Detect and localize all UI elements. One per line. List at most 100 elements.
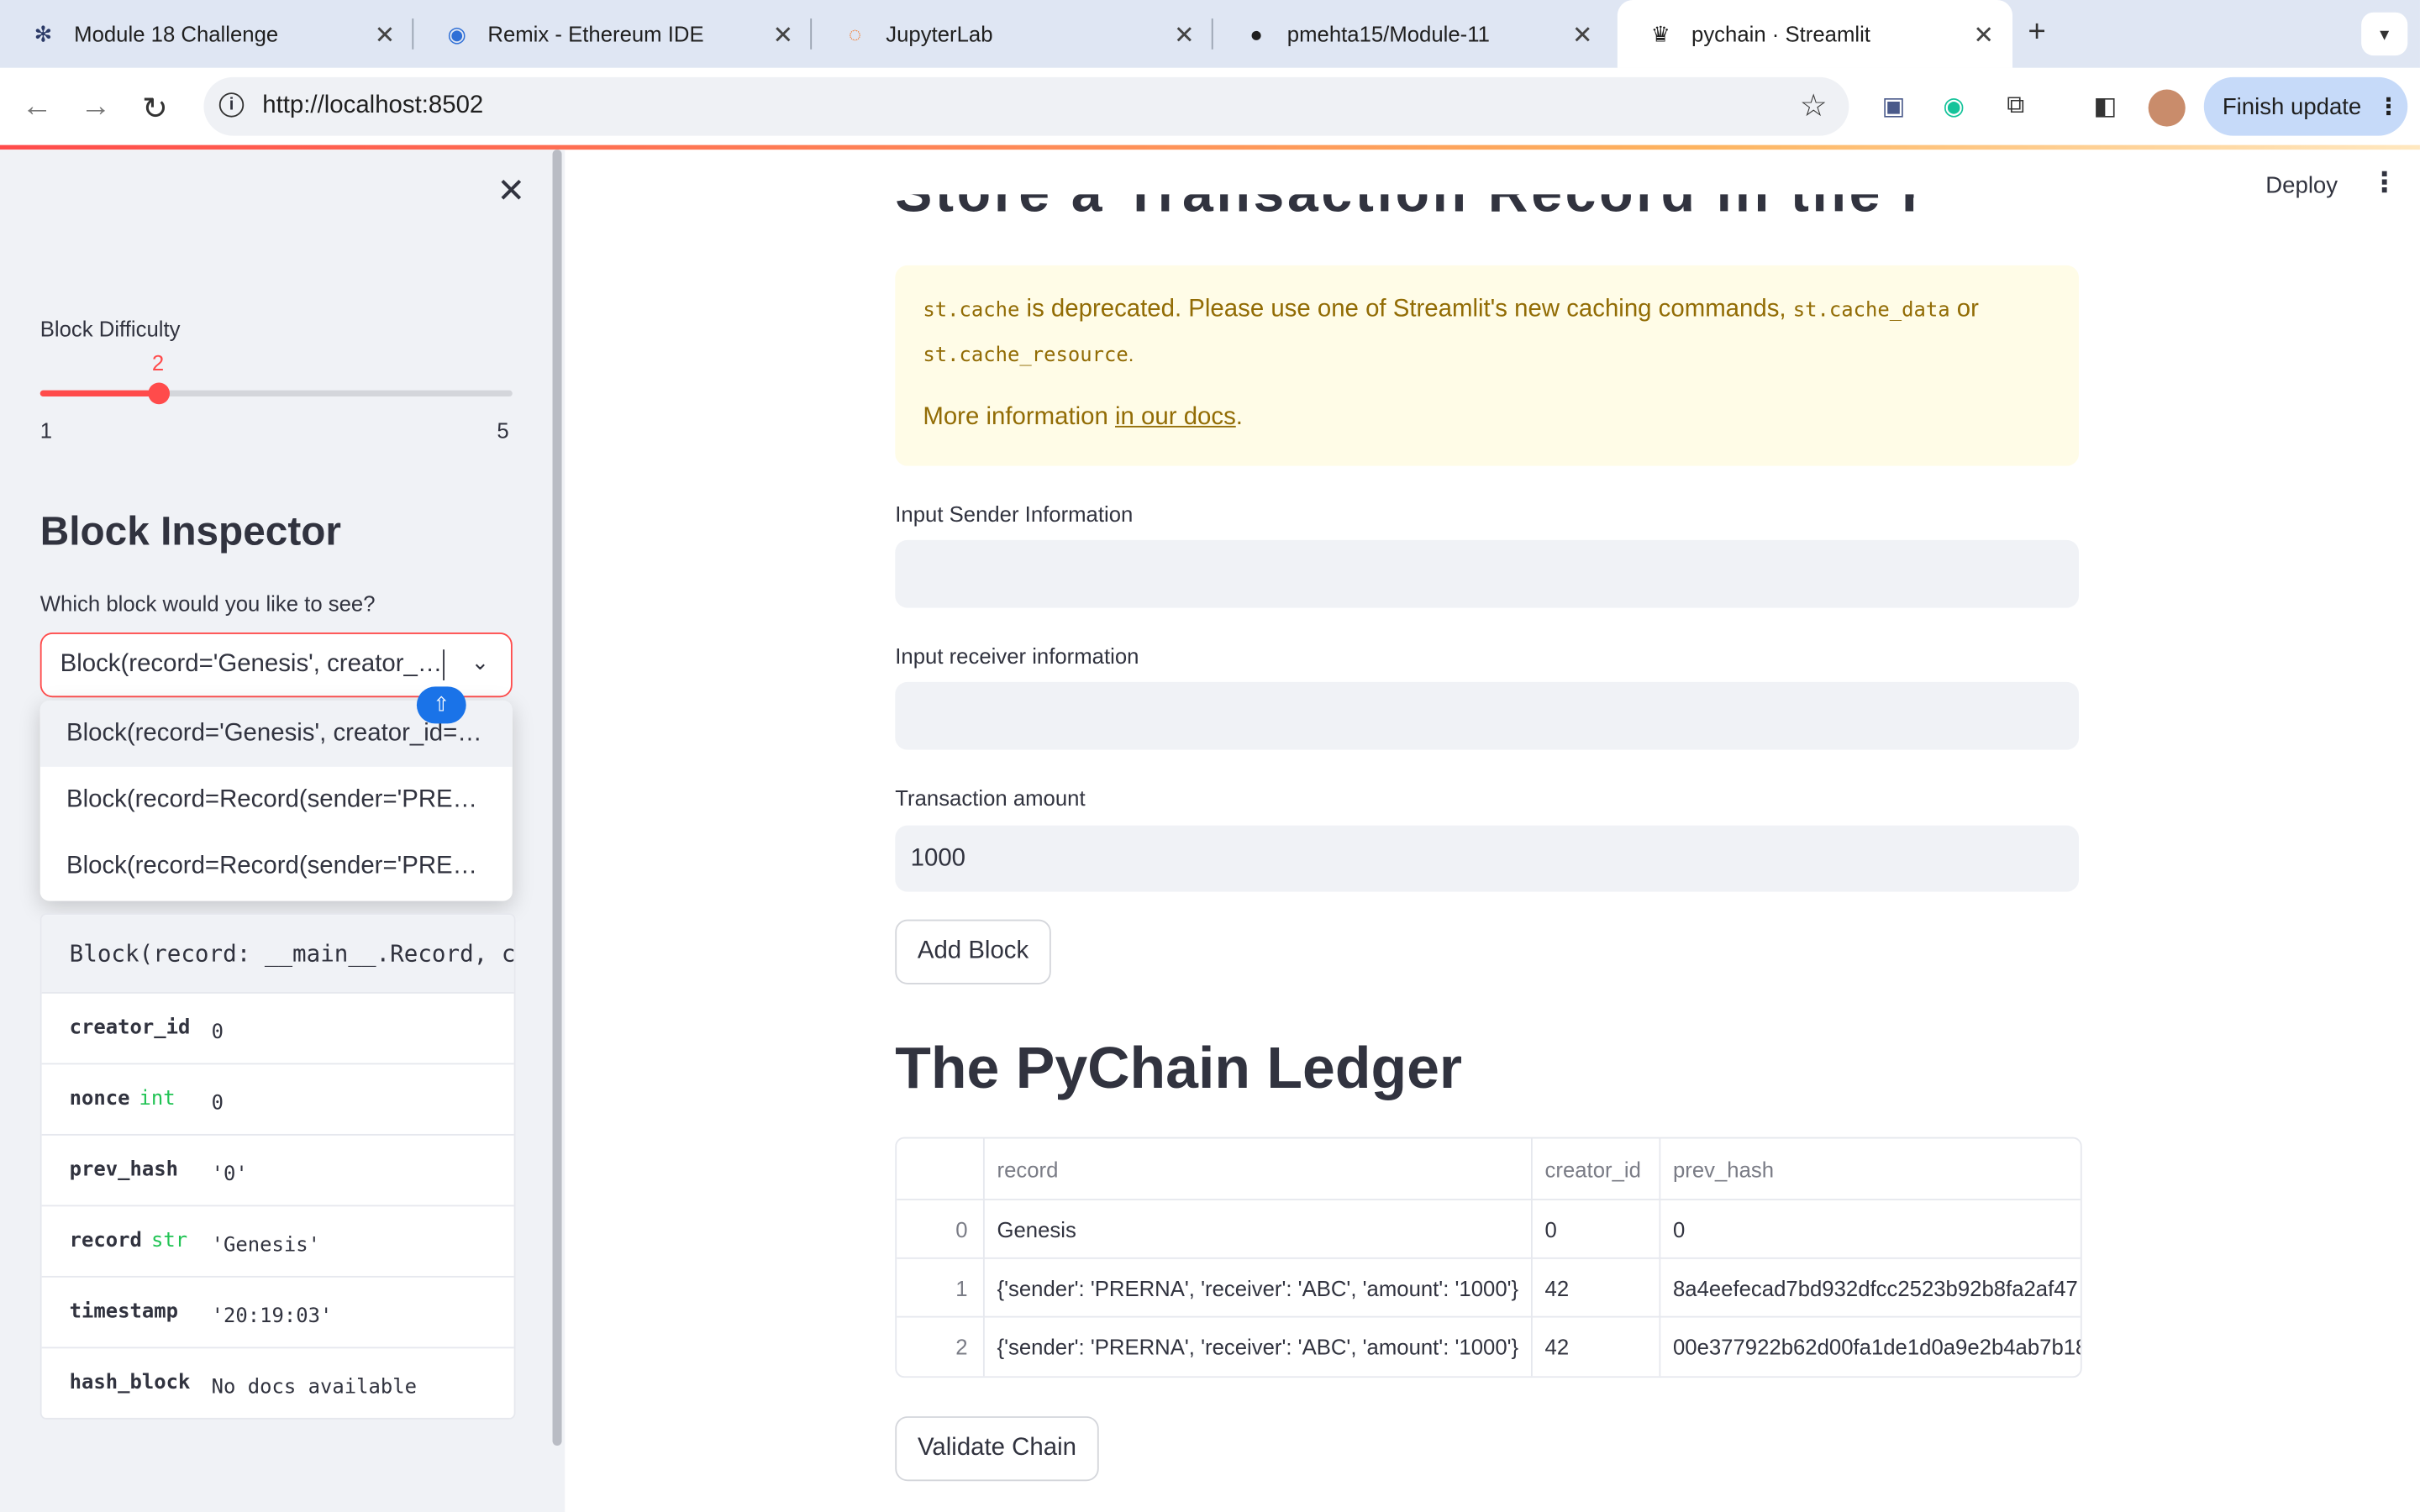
- doc-key: timestamp: [69, 1300, 179, 1324]
- close-tab-icon[interactable]: ✕: [1174, 20, 1195, 51]
- ethereum-docs-icon: ✻: [34, 20, 53, 46]
- warning-more-info: More information in our docs.: [923, 404, 1243, 431]
- close-tab-icon[interactable]: ✕: [1572, 20, 1593, 51]
- column-header[interactable]: creator_id: [1531, 1138, 1659, 1200]
- prev-hash-cell[interactable]: 00e377922b62d00fa1de1d0a9e2b4ab7b18: [1659, 1317, 2081, 1377]
- extensions-icon[interactable]: ⧉: [1999, 90, 2033, 123]
- slider-fill: [39, 390, 159, 397]
- tab-remix[interactable]: ◉ Remix - Ethereum IDE ✕: [413, 0, 813, 68]
- bookmark-star-icon[interactable]: ☆: [1800, 87, 1828, 125]
- close-tab-icon[interactable]: ✕: [1973, 20, 1994, 51]
- column-header[interactable]: prev_hash: [1659, 1138, 2080, 1200]
- record-cell[interactable]: Genesis: [982, 1200, 1531, 1259]
- site-info-icon[interactable]: i: [218, 92, 245, 118]
- tab-title: pychain · Streamlit: [1691, 21, 1870, 47]
- docs-link[interactable]: in our docs: [1115, 404, 1236, 430]
- doc-value: 'Genesis': [211, 1234, 321, 1257]
- dropdown-option[interactable]: Block(record=Record(sender='PRERNA', rec…: [40, 833, 513, 900]
- block-inspector-heading: Block Inspector: [39, 507, 342, 554]
- address-bar[interactable]: i http://localhost:8502 ☆: [203, 76, 1849, 136]
- dropdown-option[interactable]: Block(record=Record(sender='PRERNA', rec…: [40, 767, 513, 833]
- record-cell[interactable]: {'sender': 'PRERNA', 'receiver': 'ABC', …: [982, 1258, 1531, 1318]
- doc-key: record str: [69, 1229, 188, 1253]
- browser-toolbar: ← → ↻ i http://localhost:8502 ☆ ▣ ◉ ⧉ ◧ …: [0, 67, 2420, 145]
- streamlit-icon: ♛: [1650, 20, 1670, 46]
- extension-puzzle-app-icon[interactable]: ▣: [1876, 90, 1910, 123]
- doc-header: Block(record: __main__.Record, creator_i…: [41, 915, 514, 992]
- tab-github[interactable]: ● pmehta15/Module-11 ✕: [1213, 0, 1612, 68]
- block-doc-table: Block(record: __main__.Record, creator_i…: [39, 913, 516, 1420]
- warning-line-1: st.cache is deprecated. Please use one o…: [923, 296, 1979, 323]
- block-select-value[interactable]: Block(record='Genesis', creator_id=0, pr…: [60, 651, 444, 679]
- back-icon[interactable]: ←: [22, 90, 53, 125]
- difficulty-slider[interactable]: [39, 382, 513, 405]
- side-panel-icon[interactable]: ◧: [2088, 90, 2122, 123]
- doc-value: 0: [211, 1021, 224, 1045]
- doc-row: timestamp '20:19:03': [41, 1275, 514, 1348]
- slider-min-label: 1: [39, 417, 53, 444]
- tab-module-18[interactable]: ✻ Module 18 Challenge ✕: [0, 0, 414, 68]
- page-title-clipped: Store a Transaction Record in the PyChai…: [895, 194, 1913, 231]
- ledger-table: record creator_id prev_hash 0 Genesis 0 …: [895, 1137, 2082, 1378]
- tab-strip: ✻ Module 18 Challenge ✕ ◉ Remix - Ethere…: [0, 0, 2420, 68]
- row-index: 0: [955, 1217, 968, 1242]
- slider-value: 2: [151, 349, 165, 375]
- github-icon: ●: [1249, 21, 1263, 47]
- table-row: 2 {'sender': 'PRERNA', 'receiver': 'ABC'…: [897, 1315, 2081, 1377]
- validate-chain-button[interactable]: Validate Chain: [895, 1416, 1099, 1482]
- new-tab-icon[interactable]: +: [2028, 15, 2045, 50]
- slider-thumb[interactable]: [147, 382, 170, 405]
- tab-title: pmehta15/Module-11: [1286, 21, 1490, 47]
- record-cell[interactable]: {'sender': 'PRERNA', 'receiver': 'ABC', …: [982, 1317, 1531, 1377]
- add-block-button[interactable]: Add Block: [895, 919, 1051, 984]
- finish-update-button[interactable]: Finish update ⋮: [2203, 76, 2408, 136]
- grammarly-icon[interactable]: ◉: [1937, 90, 1970, 123]
- prev-hash-cell[interactable]: 0: [1659, 1200, 2080, 1259]
- chevron-down-icon[interactable]: ⌄: [471, 649, 490, 675]
- tab-jupyterlab[interactable]: ◌ JupyterLab ✕: [812, 0, 1213, 68]
- tab-title: Module 18 Challenge: [74, 21, 279, 47]
- creator-id-cell[interactable]: 42: [1531, 1317, 1659, 1377]
- profile-avatar[interactable]: [2148, 89, 2186, 127]
- sender-input[interactable]: [895, 539, 2080, 608]
- page-title: Store a Transaction Record in the PyChai…: [895, 194, 1913, 225]
- creator-id-cell[interactable]: 0: [1531, 1200, 1659, 1259]
- sidebar: ✕ Block Difficulty 2 1 5 Block Inspector…: [0, 150, 566, 1512]
- caps-lock-icon: ⇧: [416, 686, 466, 724]
- jupyter-icon: ◌: [848, 21, 862, 47]
- doc-key: creator_id: [69, 1016, 191, 1040]
- tab-pychain[interactable]: ♛ pychain · Streamlit ✕: [1617, 0, 2013, 68]
- more-menu-icon: ⋮: [2376, 94, 2401, 121]
- doc-key: prev_hash: [69, 1158, 179, 1182]
- doc-key: hash_block: [69, 1371, 191, 1395]
- column-header[interactable]: record: [982, 1138, 1531, 1200]
- amount-label: Transaction amount: [895, 785, 1086, 811]
- prev-hash-cell[interactable]: 8a4eefecad7bd932dfcc2523b92b8fa2af47: [1659, 1258, 2080, 1318]
- sender-label: Input Sender Information: [895, 501, 1134, 527]
- table-header: record creator_id prev_hash: [897, 1138, 2081, 1200]
- main-menu-icon[interactable]: ⋮: [2370, 166, 2398, 199]
- tab-title: Remix - Ethereum IDE: [487, 21, 704, 47]
- text-cursor: [443, 649, 445, 680]
- forward-icon[interactable]: →: [81, 90, 112, 125]
- doc-value: '20:19:03': [211, 1305, 333, 1329]
- doc-row: prev_hash '0': [41, 1133, 514, 1206]
- close-tab-icon[interactable]: ✕: [772, 20, 793, 51]
- url-text[interactable]: http://localhost:8502: [262, 92, 483, 120]
- reload-icon[interactable]: ↻: [142, 90, 168, 129]
- amount-input[interactable]: 1000: [895, 825, 2080, 892]
- column-header[interactable]: [897, 1138, 983, 1200]
- deploy-button[interactable]: Deploy: [2265, 173, 2338, 199]
- close-tab-icon[interactable]: ✕: [375, 20, 396, 51]
- doc-key: nonce int: [69, 1087, 176, 1111]
- block-options-dropdown: Block(record='Genesis', creator_id=0, pr…: [39, 700, 513, 901]
- doc-row: nonce int 0: [41, 1063, 514, 1135]
- close-sidebar-icon[interactable]: ✕: [497, 171, 525, 212]
- finish-update-label: Finish update: [2222, 93, 2362, 120]
- receiver-input[interactable]: [895, 681, 2080, 750]
- block-select-label: Which block would you like to see?: [39, 591, 376, 616]
- tab-search-icon[interactable]: ▾: [2361, 12, 2408, 56]
- creator-id-cell[interactable]: 42: [1531, 1258, 1659, 1318]
- tab-title: JupyterLab: [886, 21, 993, 47]
- sidebar-scrollbar[interactable]: [552, 150, 562, 1446]
